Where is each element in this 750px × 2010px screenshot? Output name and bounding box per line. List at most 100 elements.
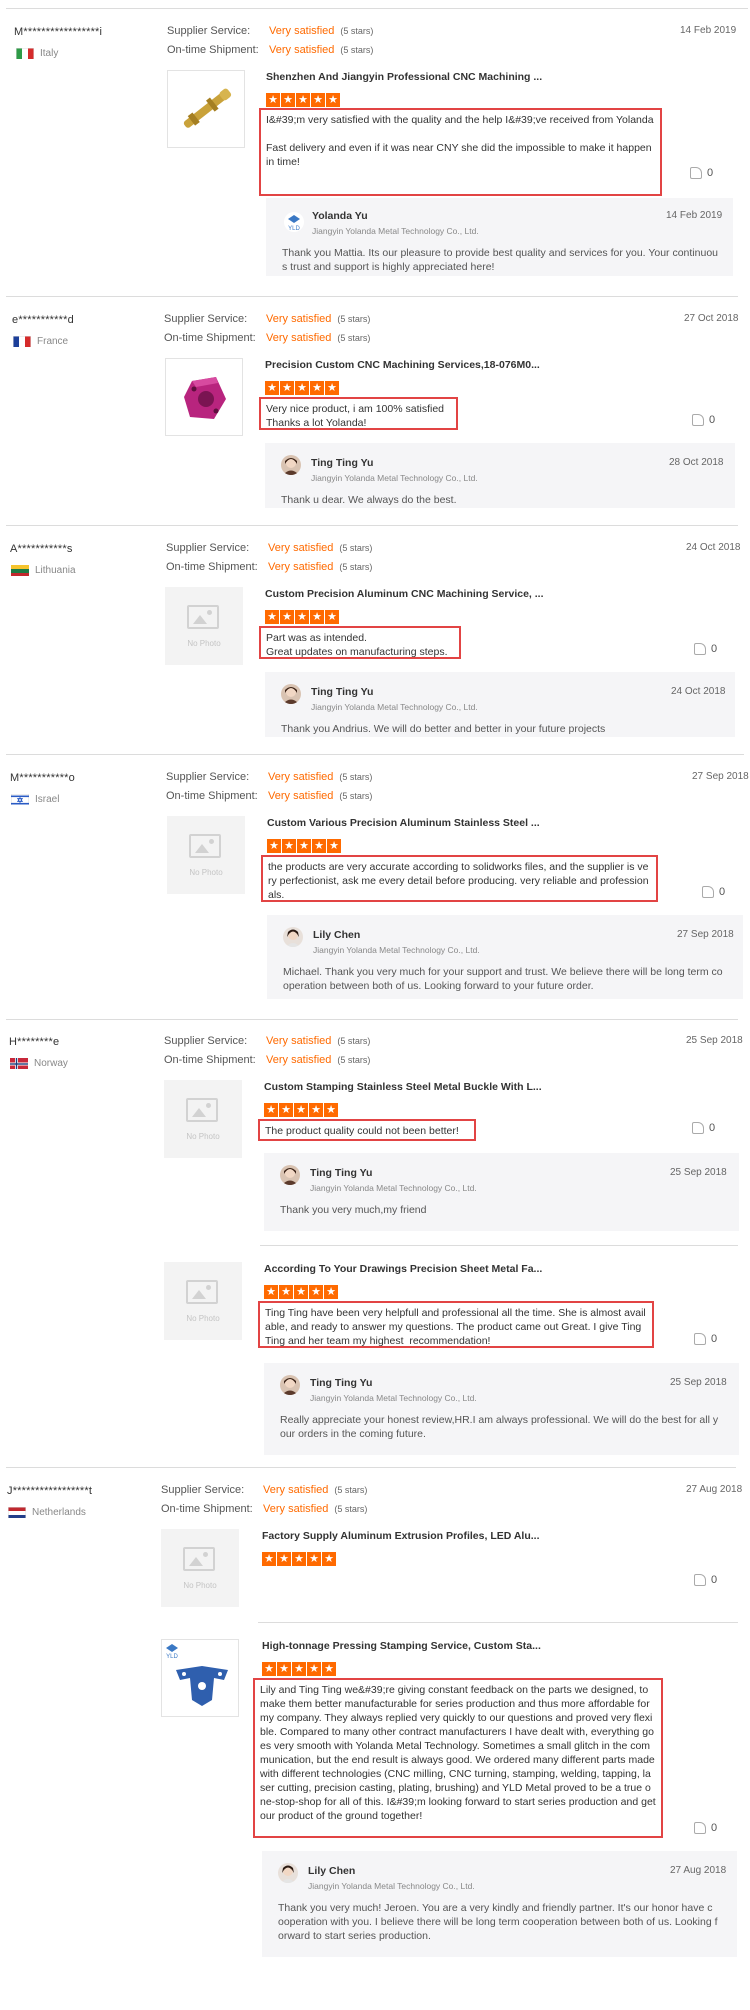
thumbs-up-icon (694, 1574, 706, 1587)
star-icon: ★ (267, 839, 281, 853)
thumbs-up-icon (694, 1333, 706, 1346)
rating-stars: (5 stars) (337, 1036, 371, 1046)
like-count: 0 (711, 1822, 718, 1834)
ontime-shipment-label: On-time Shipment: (166, 790, 258, 802)
rating-stars: (5 stars) (337, 1055, 371, 1065)
product-title-link[interactable]: Factory Supply Aluminum Extrusion Profil… (262, 1530, 540, 1542)
reply-company: Jiangyin Yolanda Metal Technology Co., L… (310, 1393, 477, 1403)
image-placeholder-icon (186, 1098, 218, 1122)
image-placeholder-icon (187, 605, 219, 629)
lithuania-flag-icon (11, 564, 29, 576)
star-icon: ★ (279, 1285, 293, 1299)
star-rating: ★ ★ ★ ★ ★ (266, 90, 341, 107)
no-photo-placeholder: No Photo (164, 1262, 242, 1340)
rating-value: Very satisfied (268, 561, 334, 573)
supplier-service-label: Supplier Service: (166, 542, 250, 554)
star-rating: ★ ★ ★ ★ ★ (262, 1549, 337, 1566)
like-button[interactable]: 0 (702, 886, 726, 899)
buyer-name: A***********s (10, 543, 73, 555)
supplier-reply: Ting Ting Yu Jiangyin Yolanda Metal Tech… (264, 1153, 739, 1231)
rating-value: Very satisfied (268, 542, 334, 554)
divider (260, 1245, 738, 1246)
ontime-shipment-label: On-time Shipment: (161, 1503, 253, 1515)
reply-text: Thank you Mattia. Its our pleasure to pr… (282, 247, 719, 273)
star-icon: ★ (279, 1103, 293, 1117)
ratings-block: Supplier Service: Very satisfied (5 stars)… (164, 310, 370, 348)
avatar (281, 684, 301, 704)
rating-stars: (5 stars) (337, 314, 371, 324)
ratings-block: Supplier Service: Very satisfied (5 stars)… (164, 1032, 370, 1070)
like-button[interactable]: 0 (692, 414, 715, 427)
country-label: Lithuania (35, 565, 76, 576)
star-icon: ★ (311, 93, 325, 107)
reply-author: Lily Chen (313, 929, 361, 941)
product-thumbnail[interactable] (167, 70, 245, 148)
star-icon: ★ (264, 1103, 278, 1117)
norway-flag-icon (10, 1057, 28, 1069)
rating-value: Very satisfied (269, 44, 335, 56)
divider (6, 1019, 738, 1020)
review-comment: Ting Ting have been very helpfull and pr… (258, 1301, 654, 1348)
like-button[interactable]: 0 (694, 1333, 718, 1346)
netherlands-flag-icon (8, 1506, 26, 1518)
image-placeholder-icon (189, 834, 221, 858)
product-title-link[interactable]: According To Your Drawings Precision She… (264, 1263, 542, 1275)
svg-text:YLD: YLD (288, 226, 300, 232)
product-title-link[interactable]: Custom Precision Aluminum CNC Machining … (265, 588, 544, 600)
product-title-link[interactable]: Custom Various Precision Aluminum Stainl… (267, 817, 540, 829)
star-icon: ★ (265, 610, 279, 624)
supplier-reply: Ting Ting Yu Jiangyin Yolanda Metal Tech… (265, 443, 735, 508)
image-placeholder-icon (186, 1280, 218, 1304)
company-logo-icon: YLD (284, 212, 304, 232)
rating-value: Very satisfied (266, 332, 332, 344)
like-count: 0 (711, 1333, 718, 1345)
review-comment: Part was as intended. Great updates on m… (259, 626, 461, 659)
star-icon: ★ (310, 610, 324, 624)
product-thumbnail[interactable] (165, 358, 243, 436)
rating-value: Very satisfied (269, 25, 335, 37)
ontime-shipment-label: On-time Shipment: (164, 332, 256, 344)
like-button[interactable]: 0 (694, 1574, 717, 1587)
reply-text: Really appreciate your honest review,HR.… (280, 1414, 719, 1440)
product-title-link[interactable]: Precision Custom CNC Machining Services,… (265, 359, 540, 371)
no-photo-label: No Photo (187, 639, 221, 648)
star-icon: ★ (322, 1552, 336, 1566)
rating-stars: (5 stars) (339, 562, 373, 572)
supplier-service-label: Supplier Service: (161, 1484, 245, 1496)
reply-author: Ting Ting Yu (310, 1167, 373, 1179)
star-rating: ★ ★ ★ ★ ★ (267, 836, 342, 853)
france-flag-icon (13, 335, 31, 347)
reply-date: 27 Sep 2018 (677, 929, 734, 940)
reply-date: 28 Oct 2018 (669, 457, 724, 468)
ratings-block: Supplier Service: Very satisfied (5 stars)… (166, 768, 372, 806)
italy-flag-icon (16, 47, 34, 59)
star-icon: ★ (262, 1552, 276, 1566)
like-count: 0 (719, 886, 726, 898)
supplier-reply: YLD Yolanda Yu Jiangyin Yolanda Metal Te… (266, 198, 733, 276)
divider (6, 8, 748, 9)
product-title-link[interactable]: High-tonnage Pressing Stamping Service, … (262, 1640, 541, 1652)
no-photo-label: No Photo (186, 1132, 220, 1141)
country-label: Norway (34, 1058, 68, 1069)
reply-company: Jiangyin Yolanda Metal Technology Co., L… (311, 473, 478, 483)
divider (6, 1467, 736, 1468)
product-title-link[interactable]: Custom Stamping Stainless Steel Metal Bu… (264, 1081, 542, 1093)
star-icon: ★ (307, 1662, 321, 1676)
product-title-link[interactable]: Shenzhen And Jiangyin Professional CNC M… (266, 71, 542, 83)
supplier-reply: Lily Chen Jiangyin Yolanda Metal Technol… (267, 915, 743, 999)
reply-date: 24 Oct 2018 (671, 686, 726, 697)
star-icon: ★ (324, 1103, 338, 1117)
reply-author: Lily Chen (308, 1865, 356, 1877)
like-button[interactable]: 0 (694, 1822, 718, 1835)
like-button[interactable]: 0 (692, 1122, 716, 1135)
rating-value: Very satisfied (266, 313, 332, 325)
reply-company: Jiangyin Yolanda Metal Technology Co., L… (311, 702, 478, 712)
like-count: 0 (709, 1122, 716, 1134)
like-button[interactable]: 0 (694, 643, 717, 656)
star-icon: ★ (295, 610, 309, 624)
product-thumbnail[interactable]: YLD (161, 1639, 239, 1717)
review-date: 25 Sep 2018 (686, 1035, 743, 1046)
like-button[interactable]: 0 (690, 167, 713, 180)
reply-author: Ting Ting Yu (311, 457, 374, 469)
divider (6, 296, 738, 297)
